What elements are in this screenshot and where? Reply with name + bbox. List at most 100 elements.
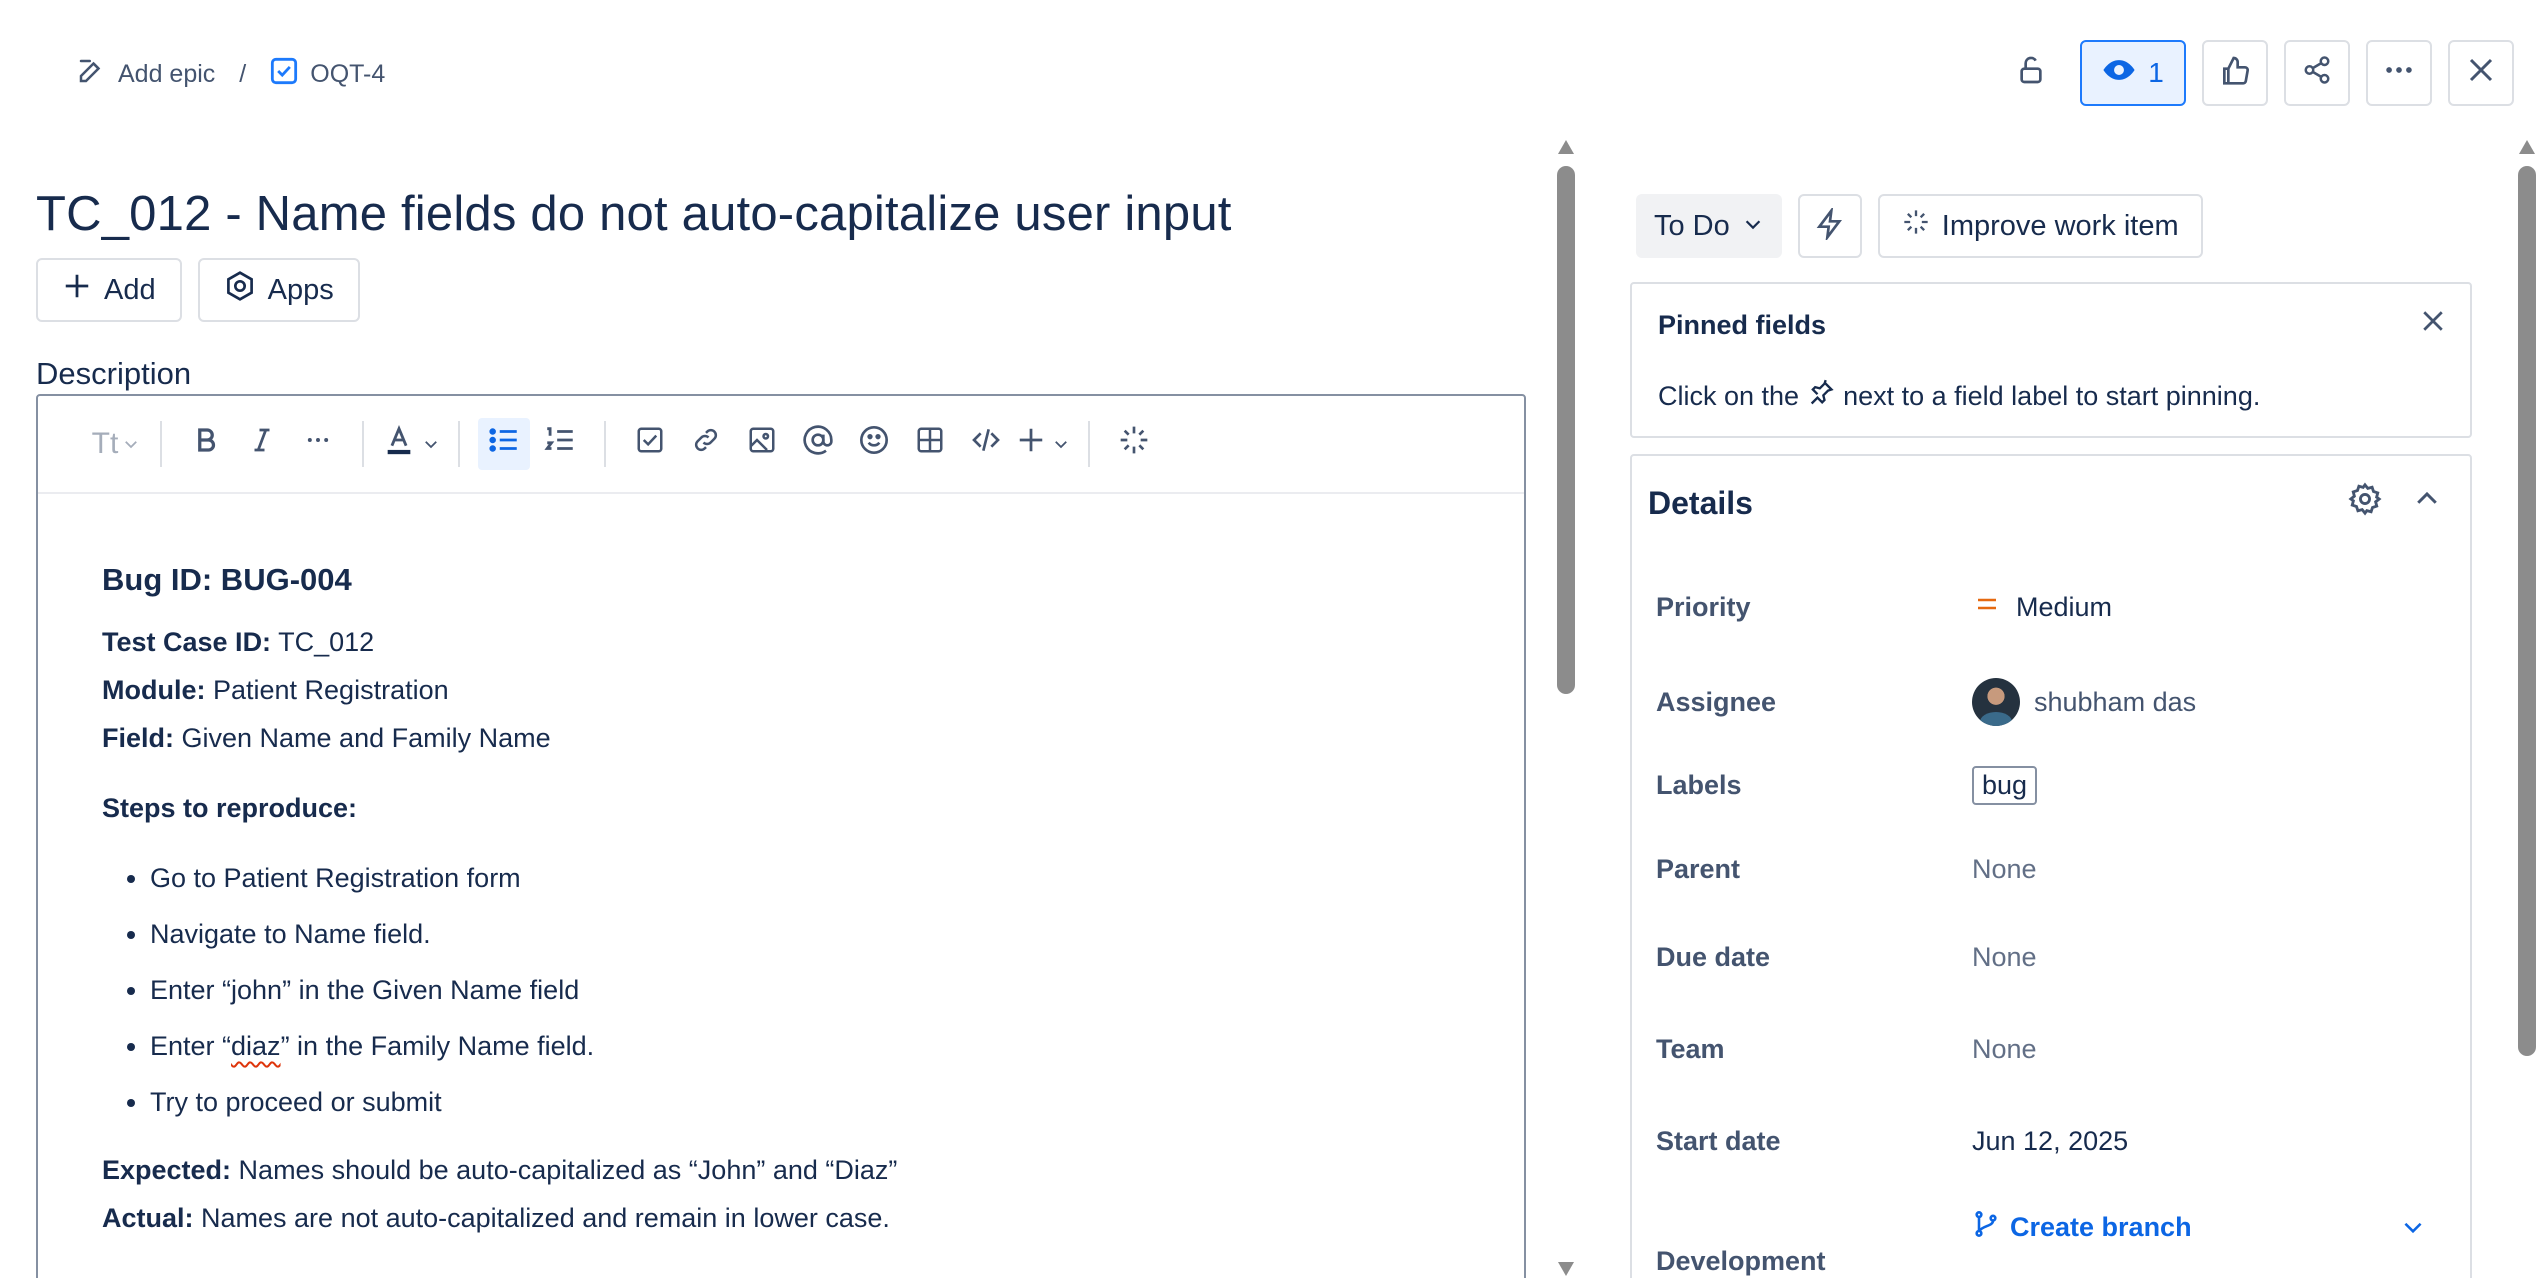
steps-list: Go to Patient Registration form Navigate… [150, 850, 1524, 1130]
scroll-up-arrow[interactable] [1558, 140, 1574, 154]
bold-button[interactable] [180, 418, 232, 470]
automation-button[interactable] [1797, 194, 1862, 258]
more-actions-button[interactable] [2366, 40, 2432, 106]
share-icon [2302, 55, 2332, 92]
module-key: Module: [102, 675, 206, 705]
add-button[interactable]: Add [36, 258, 182, 322]
add-button-label: Add [104, 273, 156, 306]
numbered-list-icon [543, 423, 577, 465]
apps-hexagon-icon [224, 270, 256, 310]
thumbs-up-icon [2219, 54, 2251, 93]
labels-value[interactable]: bug [1972, 766, 2038, 805]
insert-more-button[interactable] [1016, 418, 1070, 470]
toolbar-divider [458, 421, 460, 467]
details-header[interactable]: Details [1632, 456, 2470, 550]
start-date-value[interactable]: Jun 12, 2025 [1972, 1126, 2128, 1157]
team-value[interactable]: None [1972, 1034, 2037, 1065]
scrollbar-thumb[interactable] [1557, 166, 1575, 694]
apps-button[interactable]: Apps [197, 258, 360, 322]
misspelled-word: diaz [231, 1031, 281, 1061]
chevron-down-icon [1052, 427, 1070, 461]
watch-button[interactable]: 1 [2080, 40, 2186, 106]
field-label: Priority [1656, 592, 1751, 622]
mention-button[interactable] [792, 418, 844, 470]
restrict-button[interactable] [1998, 40, 2064, 106]
numbered-list-button[interactable] [534, 418, 586, 470]
field-label: Due date [1656, 942, 1771, 972]
table-button[interactable] [904, 418, 956, 470]
close-button[interactable] [2448, 40, 2514, 106]
scroll-up-arrow[interactable] [2519, 140, 2535, 154]
main-scrollbar[interactable] [1555, 138, 1577, 1278]
list-item: Try to proceed or submit [150, 1074, 1524, 1130]
list-item: Enter “diaz” in the Family Name field. [150, 1018, 1524, 1074]
assignee-value[interactable]: shubham das [1972, 678, 2196, 726]
plus-icon [62, 271, 92, 309]
field-start-date: Start date Jun 12, 2025 [1656, 1126, 2456, 1157]
code-icon [970, 424, 1002, 464]
issue-title[interactable]: TC_012 - Name fields do not auto-capital… [36, 186, 1232, 242]
development-expand[interactable] [2400, 1214, 2426, 1245]
label-chip[interactable]: bug [1972, 766, 2038, 805]
action-item-button[interactable] [624, 418, 676, 470]
step-text: ” in the Family Name field. [280, 1031, 595, 1061]
issue-key-label: OQT-4 [310, 60, 386, 88]
text-color-button[interactable] [382, 418, 440, 470]
code-button[interactable] [960, 418, 1012, 470]
actual-value: Names are not auto-capitalized and remai… [193, 1203, 890, 1233]
expected-value: Names should be auto-capitalized as “Joh… [231, 1155, 898, 1185]
field-team: Team None [1656, 1034, 2456, 1065]
field-due-date: Due date None [1656, 942, 2456, 973]
field-key: Field: [102, 723, 174, 753]
list-item: Navigate to Name field. [150, 906, 1524, 962]
pinned-close-button[interactable] [2418, 306, 2448, 341]
lightning-icon [1814, 205, 1846, 245]
description-content[interactable]: Bug ID: BUG-004 Test Case ID: TC_012 Mod… [38, 494, 1524, 1242]
bullet-list-button[interactable] [478, 418, 530, 470]
chevron-down-icon [422, 427, 440, 461]
chevron-up-icon[interactable] [2412, 482, 2442, 521]
sidebar-scrollbar[interactable] [2516, 138, 2538, 1278]
parent-value[interactable]: None [1972, 854, 2037, 885]
italic-button[interactable] [236, 418, 288, 470]
due-date-value[interactable]: None [1972, 942, 2037, 973]
field-labels: Labels bug [1656, 766, 2456, 805]
link-button[interactable] [680, 418, 732, 470]
more-formatting-button[interactable] [292, 418, 344, 470]
create-branch-link[interactable]: Create branch [1972, 1210, 2192, 1245]
improve-work-item-button[interactable]: Improve work item [1877, 194, 2203, 258]
pinned-fields-panel: Pinned fields Click on the next to a fie… [1630, 282, 2472, 438]
eye-icon [2102, 53, 2136, 94]
vote-button[interactable] [2202, 40, 2268, 106]
image-button[interactable] [736, 418, 788, 470]
details-header-actions [2348, 482, 2442, 521]
add-epic-link[interactable]: Add epic [76, 56, 215, 93]
more-horizontal-icon [2382, 53, 2416, 94]
description-editor[interactable]: Tt Bug ID: BUG-004 Test Case ID: TC_012 … [36, 394, 1526, 1278]
status-dropdown[interactable]: To Do [1636, 194, 1782, 258]
field-label: Team [1656, 1034, 1725, 1064]
module-line: Module: Patient Registration [102, 666, 1524, 714]
avatar [1972, 678, 2020, 726]
expected-line: Expected: Names should be auto-capitaliz… [102, 1146, 1524, 1194]
field-development: Development [1656, 1246, 2456, 1277]
bold-icon [191, 425, 221, 463]
emoji-button[interactable] [848, 418, 900, 470]
share-button[interactable] [2284, 40, 2350, 106]
ai-button[interactable] [1108, 418, 1160, 470]
add-epic-label: Add epic [118, 60, 216, 88]
scrollbar-thumb[interactable] [2518, 166, 2536, 1056]
field-label: Assignee [1656, 686, 1777, 717]
priority-value[interactable]: Medium [1972, 592, 2112, 623]
toolbar-divider [160, 421, 162, 467]
details-title: Details [1648, 484, 1753, 521]
description-label: Description [36, 356, 192, 391]
gear-icon[interactable] [2348, 482, 2382, 521]
field-label: Start date [1656, 1126, 1781, 1156]
module-value: Patient Registration [205, 675, 449, 705]
priority-text: Medium [2016, 592, 2113, 622]
actual-key: Actual: [102, 1203, 194, 1233]
text-style-dropdown[interactable]: Tt [90, 418, 142, 470]
issue-key-link[interactable]: OQT-4 [270, 57, 385, 92]
scroll-down-arrow[interactable] [1558, 1262, 1574, 1276]
